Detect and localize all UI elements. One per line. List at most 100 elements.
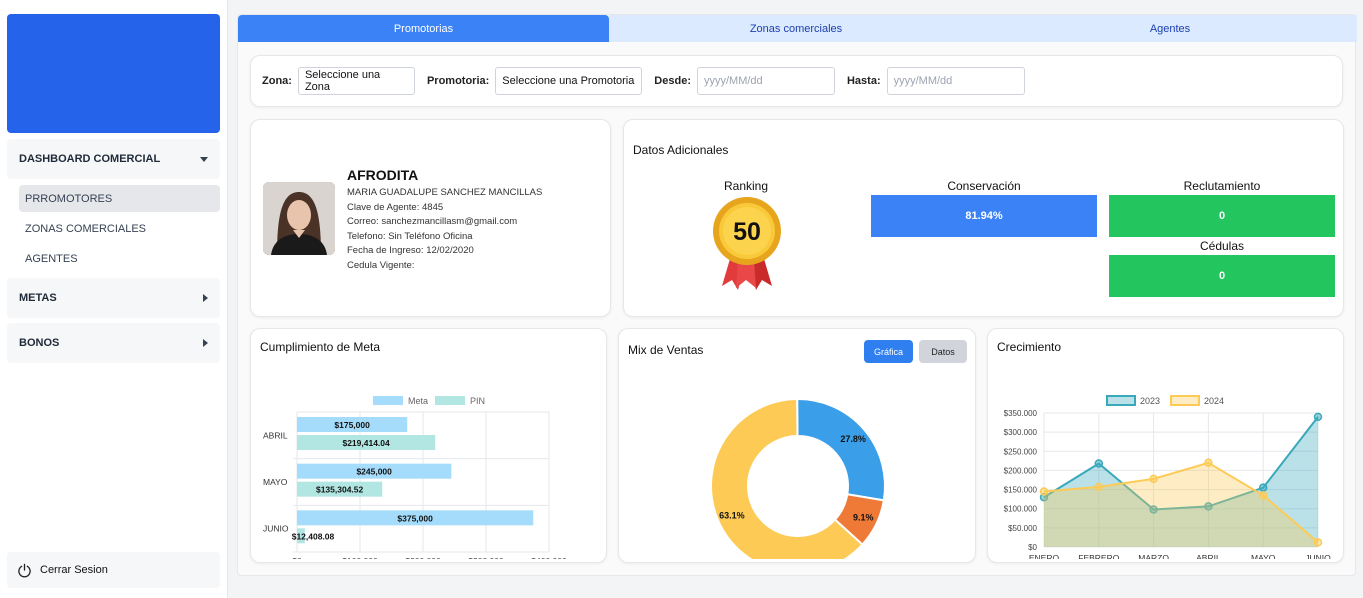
- y-tick-label: $50.000: [1008, 524, 1037, 533]
- sidebar-section-label: METAS: [19, 292, 57, 304]
- mix-chart-title: Mix de Ventas: [628, 343, 704, 357]
- desde-label: Desde:: [654, 75, 691, 87]
- data-point: [1258, 491, 1268, 500]
- y-tick-label: $300.000: [1004, 428, 1038, 437]
- tab-promotorias[interactable]: Promotorias: [238, 15, 609, 42]
- bar-value-label: $375,000: [397, 513, 433, 523]
- brand-logo: [7, 14, 220, 133]
- agent-profile-card: AFRODITA MARIA GUADALUPE SANCHEZ MANCILL…: [250, 119, 611, 317]
- y-tick-label: $100.000: [1004, 505, 1038, 514]
- x-tick-label: $400.000: [531, 556, 567, 559]
- sidebar: DASHBOARD COMERCIAL PRROMOTORES ZONAS CO…: [0, 0, 228, 598]
- logout-label: Cerrar Sesion: [40, 564, 108, 576]
- x-tick-label: JUNIO: [1305, 553, 1331, 559]
- x-tick-label: $0: [292, 556, 302, 559]
- promotoria-label: Promotoria:: [426, 75, 490, 87]
- legend-swatch-2024: [1170, 395, 1200, 406]
- legend-label: 2023: [1140, 396, 1160, 406]
- filter-bar: Zona: Seleccione una Zona Promotoria: Se…: [250, 55, 1343, 107]
- mix-ventas-card: Mix de Ventas Gráfica Datos 27.8% 9.1% 63.…: [618, 328, 976, 563]
- bar-value-label: $245,000: [356, 467, 392, 477]
- datos-adicionales-card: Datos Adicionales Ranking 50 Conservació…: [623, 119, 1344, 317]
- crecimiento-area-chart: 2023 2024 $0 $50.000 $100.000 $150.000 $200.00…: [1004, 395, 1331, 559]
- data-point: [1039, 487, 1049, 496]
- data-point: [1258, 483, 1268, 492]
- reclutamiento-label: Reclutamiento: [1183, 179, 1261, 193]
- x-tick-label: $300.000: [468, 556, 504, 559]
- agent-correo: Correo: sanchezmancillasm@gmail.com: [347, 216, 518, 227]
- power-icon: [18, 563, 31, 577]
- meta-bar-chart: Meta PIN $0 $100.000 $200.000 $300.000 $400.00…: [263, 396, 567, 559]
- legend-label: 2024: [1204, 396, 1224, 406]
- reclutamiento-value: 0: [1109, 195, 1335, 237]
- datos-button[interactable]: Datos: [919, 340, 967, 363]
- agent-full-name: MARIA GUADALUPE SANCHEZ MANCILLAS: [347, 187, 543, 198]
- bar-value-label: $219,414.04: [342, 438, 390, 448]
- y-tick-label: $350.000: [1004, 409, 1038, 418]
- cedulas-value: 0: [1109, 255, 1335, 297]
- data-point: [1313, 538, 1323, 547]
- bar-value-label: $135,304.52: [316, 485, 364, 495]
- data-point: [1094, 482, 1104, 492]
- category-label: ABRIL: [263, 430, 288, 440]
- sidebar-section-dashboard[interactable]: DASHBOARD COMERCIAL: [7, 139, 220, 179]
- sidebar-section-label: BONOS: [19, 337, 60, 349]
- agent-clave: Clave de Agente: 4845: [347, 202, 444, 213]
- x-tick-label: $100.000: [342, 556, 378, 559]
- category-label: JUNIO: [263, 524, 289, 534]
- tab-agentes[interactable]: Agentes: [983, 15, 1357, 42]
- ranking-medal-icon: 50: [713, 197, 781, 290]
- desde-date-input[interactable]: yyyy/MM/dd: [696, 67, 835, 95]
- x-tick-label: MAYO: [1251, 553, 1276, 559]
- sidebar-section-metas[interactable]: METAS: [7, 278, 220, 318]
- crecimiento-card: Crecimiento 2023 2024 $0 $50.000 $100.000 $15…: [987, 328, 1344, 563]
- data-point: [1204, 458, 1213, 468]
- sidebar-item-zonas-comerciales[interactable]: ZONAS COMERCIALES: [19, 215, 220, 242]
- sidebar-item-agentes[interactable]: AGENTES: [19, 245, 220, 272]
- sidebar-section-bonos[interactable]: BONOS: [7, 323, 220, 363]
- agent-name: AFRODITA: [347, 167, 419, 183]
- x-tick-label: $200.000: [405, 556, 441, 559]
- chevron-right-icon: [203, 339, 208, 347]
- logout-button[interactable]: Cerrar Sesion: [7, 552, 220, 588]
- x-tick-label: MARZO: [1138, 553, 1169, 559]
- zona-select[interactable]: Seleccione una Zona: [297, 67, 415, 95]
- agent-photo: [263, 182, 335, 255]
- sidebar-item-label: ZONAS COMERCIALES: [25, 222, 147, 235]
- agent-cedula: Cedula Vigente:: [347, 260, 415, 271]
- ranking-label: Ranking: [723, 179, 769, 193]
- slice-label: 27.8%: [840, 434, 866, 444]
- promotoria-select[interactable]: Seleccione una Promotoria: [495, 67, 643, 95]
- datos-title: Datos Adicionales: [633, 143, 729, 157]
- x-tick-label: ABRIL: [1196, 553, 1221, 559]
- grafica-button[interactable]: Gráfica: [864, 340, 913, 363]
- legend-label: Meta: [408, 396, 428, 406]
- y-tick-label: $0: [1028, 543, 1037, 552]
- zona-label: Zona:: [262, 75, 292, 87]
- bar-value-label: $12,408.08: [292, 531, 335, 541]
- conservacion-value: 81.94%: [871, 195, 1097, 237]
- tab-zonas-comerciales[interactable]: Zonas comerciales: [609, 15, 983, 42]
- sidebar-item-promotores[interactable]: PRROMOTORES: [19, 185, 220, 212]
- conservacion-label: Conservación: [947, 179, 1021, 193]
- mix-doughnut-chart: 27.8% 9.1% 63.1%: [710, 397, 886, 559]
- data-point: [1094, 459, 1104, 468]
- data-point: [1149, 474, 1158, 484]
- slice-label: 63.1%: [719, 511, 745, 521]
- sidebar-section-label: DASHBOARD COMERCIAL: [19, 153, 161, 165]
- category-label: MAYO: [263, 477, 288, 487]
- legend-swatch-pin: [435, 396, 465, 405]
- legend-swatch-2023: [1106, 395, 1136, 406]
- cedulas-label: Cédulas: [1199, 239, 1245, 253]
- sidebar-item-label: AGENTES: [25, 252, 78, 265]
- legend-label: PIN: [470, 396, 485, 406]
- tab-bar: Promotorias Zonas comerciales Agentes: [238, 15, 1357, 42]
- sidebar-item-label: PRROMOTORES: [25, 192, 113, 205]
- hasta-label: Hasta:: [846, 75, 881, 87]
- y-tick-label: $150.000: [1004, 486, 1038, 495]
- data-point: [1313, 412, 1323, 422]
- hasta-date-input[interactable]: yyyy/MM/dd: [886, 67, 1025, 95]
- chevron-down-icon: [200, 156, 208, 162]
- agent-fecha-ingreso: Fecha de Ingreso: 12/02/2020: [347, 245, 474, 256]
- bar-value-label: $175,000: [334, 420, 370, 430]
